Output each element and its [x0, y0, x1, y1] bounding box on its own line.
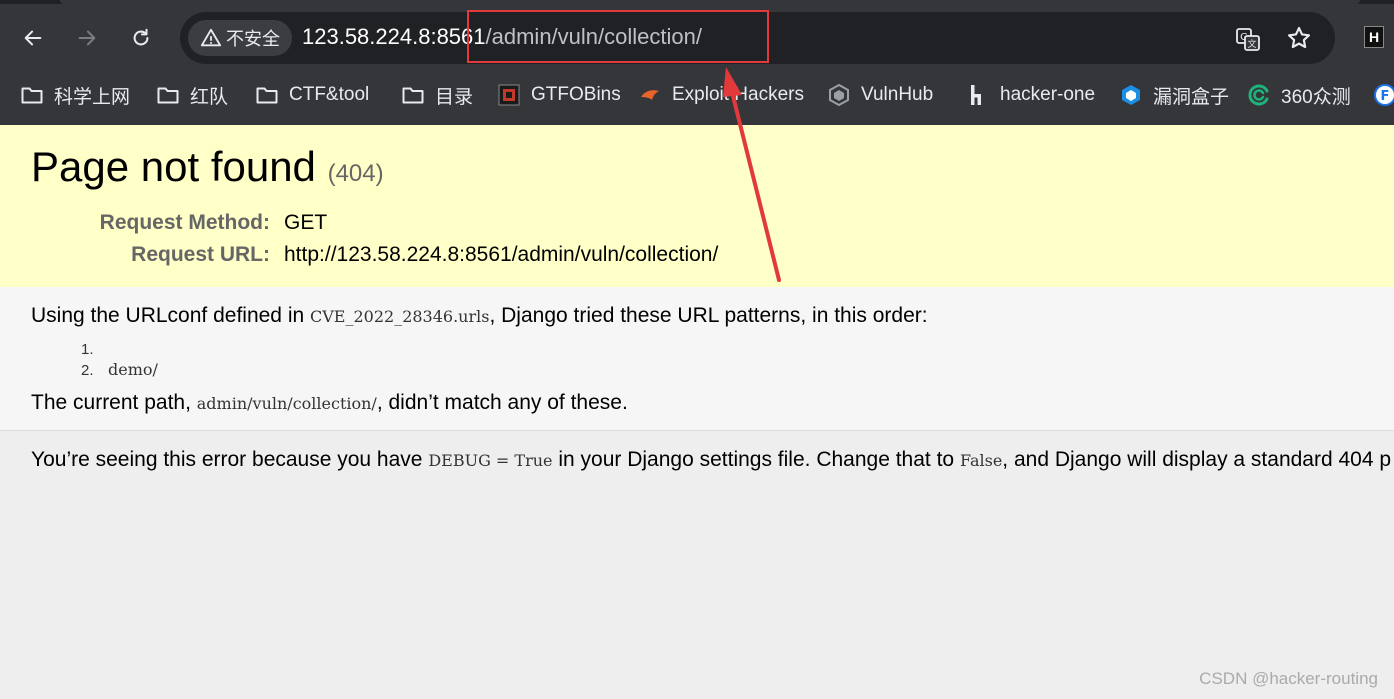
360-icon [1247, 83, 1271, 107]
arrow-right-icon [78, 30, 96, 46]
translate-icon[interactable]: G文 [1235, 26, 1261, 52]
bookmark-item[interactable]: 360众测 [1247, 78, 1351, 112]
bookmark-item[interactable]: GTFOBins [497, 78, 621, 112]
bookmark-item[interactable]: 红队 [156, 78, 228, 112]
svg-text:F: F [1381, 89, 1390, 104]
reload-icon [133, 28, 149, 46]
bookmarks-bar: 科学上网 红队 CTF&tool 目录 GTFOBins Exploit Hac… [0, 78, 1394, 112]
warning-icon [200, 28, 222, 47]
request-method-value: GET [284, 211, 328, 234]
bookmark-item[interactable]: hacker-one [966, 78, 1095, 112]
reload-button[interactable] [125, 22, 157, 54]
page-title: Page not found (404) [31, 143, 384, 190]
request-url-value: http://123.58.224.8:8561/admin/vuln/coll… [284, 243, 719, 266]
url-highlight-box [467, 10, 769, 63]
folder-icon [401, 83, 425, 107]
url-pattern-list: 1. 2. demo/ [81, 339, 158, 381]
forward-button[interactable] [71, 22, 103, 54]
list-item: 1. [81, 341, 94, 358]
bookmark-overflow[interactable]: F [1373, 78, 1394, 112]
tab-strip [0, 0, 1394, 4]
current-path-code: admin/vuln/collection/ [196, 394, 377, 413]
debug-setting-code: DEBUG = True [428, 451, 553, 470]
explanation-text: You’re seeing this error because you hav… [31, 448, 1392, 471]
request-url-label: Request URL: [131, 243, 270, 266]
extension-icon[interactable]: H [1364, 26, 1384, 48]
urlconf-info: Using the URLconf defined in CVE_2022_28… [0, 287, 1394, 431]
bookmark-item[interactable]: VulnHub [827, 78, 933, 112]
exploit-icon [638, 83, 662, 107]
urlconf-intro: Using the URLconf defined in CVE_2022_28… [31, 304, 928, 327]
bookmark-item[interactable]: 科学上网 [20, 78, 130, 112]
url-host: 123.58.224.8:8561 [302, 24, 486, 49]
vulbox-icon [1119, 83, 1143, 107]
site-icon: F [1373, 83, 1394, 107]
gtfobins-icon [497, 83, 521, 107]
security-label: 不安全 [226, 29, 280, 49]
folder-icon [255, 83, 279, 107]
current-path-text: The current path, admin/vuln/collection/… [31, 391, 628, 414]
bookmark-item[interactable]: Exploit Hackers [638, 78, 804, 112]
security-indicator[interactable]: 不安全 [188, 20, 292, 56]
error-summary: Page not found (404) Request Method: GET… [0, 125, 1394, 288]
status-code: (404) [327, 160, 384, 187]
folder-icon [20, 83, 44, 107]
list-item: 2. demo/ [81, 360, 158, 379]
bookmark-star-icon[interactable] [1286, 25, 1312, 51]
bookmark-item[interactable]: CTF&tool [255, 78, 369, 112]
false-code: False [959, 451, 1003, 470]
urlconf-module: CVE_2022_28346.urls [310, 307, 490, 326]
arrow-left-icon [24, 30, 42, 46]
bookmark-item[interactable]: 漏洞盒子 [1119, 78, 1229, 112]
debug-explanation: You’re seeing this error because you hav… [0, 431, 1394, 699]
folder-icon [156, 83, 180, 107]
bookmark-item[interactable]: 目录 [401, 78, 473, 112]
back-button[interactable] [17, 22, 49, 54]
request-method-label: Request Method: [99, 211, 270, 234]
watermark: CSDN @hacker-routing [1199, 669, 1378, 688]
vulnhub-icon [827, 83, 851, 107]
svg-text:文: 文 [1247, 38, 1256, 50]
hackerone-icon [966, 83, 990, 107]
